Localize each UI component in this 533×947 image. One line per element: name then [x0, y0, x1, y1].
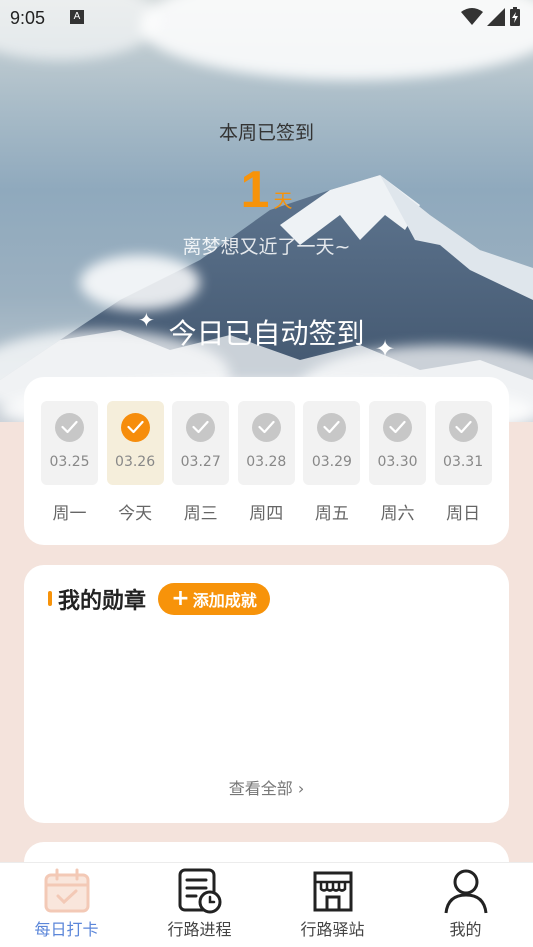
day-cell[interactable]: 03.27: [172, 401, 230, 485]
day-date: 03.25: [49, 454, 90, 470]
check-circle-icon: [55, 413, 84, 442]
status-time: 9:05: [10, 8, 46, 28]
auto-sign-text: 今日已自动签到: [168, 317, 365, 350]
week-signed-title: 本周已签到: [218, 122, 314, 144]
chevron-right-icon: ›: [297, 779, 305, 798]
day-label: 周一: [52, 504, 87, 524]
check-circle-icon: [317, 413, 347, 442]
bottom-tab-bar: 每日打卡 行路进程 行路驿站 我的: [0, 862, 533, 947]
document-clock-icon: [178, 868, 222, 914]
view-all-label: 查看全部: [228, 779, 293, 798]
title-accent-bar: [48, 591, 52, 606]
tab-route-station[interactable]: 行路驿站: [266, 863, 399, 947]
sparkle-icon: ✦: [138, 308, 155, 332]
tab-daily-checkin[interactable]: 每日打卡: [0, 863, 133, 947]
signed-days-count: 1天: [0, 160, 533, 220]
day-cell[interactable]: 03.25: [41, 401, 98, 485]
days-number: 1: [240, 161, 270, 219]
day-date: 03.27: [180, 454, 221, 470]
day-label: 周日: [446, 504, 481, 524]
day-cell[interactable]: 03.30: [369, 401, 426, 485]
day-label: 周六: [380, 504, 415, 524]
day-date: 03.28: [246, 454, 287, 470]
check-circle-icon: [251, 413, 281, 442]
badges-title: 我的勋章: [58, 589, 147, 614]
wifi-icon: [461, 8, 483, 25]
person-icon: [444, 869, 488, 914]
day-date: 03.31: [443, 454, 484, 470]
check-circle-icon: [383, 413, 412, 442]
add-achievement-label: 添加成就: [192, 591, 257, 610]
tab-label: 我的: [449, 920, 482, 939]
tab-label: 行路驿站: [300, 920, 365, 939]
signal-icon: [487, 8, 505, 26]
check-circle-icon: [448, 413, 478, 442]
add-achievement-button[interactable]: + 添加成就: [158, 583, 270, 615]
day-label: 周五: [314, 504, 349, 524]
day-label: 周四: [249, 504, 284, 524]
day-cell[interactable]: 03.31: [434, 401, 492, 485]
day-date: 03.30: [377, 454, 418, 470]
week-checkin-card: 03.25 周一 03.26 今天 03.27 周三 03.28 周四 03.29 周五 03.30…: [24, 377, 509, 545]
calendar-check-icon: [44, 868, 90, 913]
badges-card: 我的勋章 + 添加成就 查看全部 ›: [24, 565, 509, 823]
tab-label: 每日打卡: [34, 920, 99, 939]
day-cell[interactable]: 03.29: [303, 401, 361, 485]
tab-profile[interactable]: 我的: [399, 863, 532, 947]
day-label: 今天: [118, 504, 153, 524]
view-all-link[interactable]: 查看全部 ›: [24, 775, 509, 799]
day-date: 03.29: [311, 454, 352, 470]
check-circle-icon: [186, 413, 216, 442]
motivation-text: 离梦想又近了一天~: [182, 236, 351, 258]
tab-label: 行路进程: [167, 920, 232, 939]
day-label: 周三: [183, 504, 218, 524]
day-cell[interactable]: 03.28: [237, 401, 295, 485]
day-cell[interactable]: 03.26: [106, 401, 164, 485]
check-circle-icon: [120, 413, 150, 442]
notification-icon: A: [70, 10, 84, 24]
status-bar: 9:05 A: [0, 0, 533, 36]
tab-route-progress[interactable]: 行路进程: [133, 863, 266, 947]
battery-icon: [510, 7, 520, 26]
plus-icon: +: [171, 586, 190, 611]
sparkle-icon: ✦: [375, 335, 396, 363]
system-icons: [461, 7, 521, 27]
day-date: 03.26: [115, 454, 156, 470]
store-icon: [313, 871, 353, 912]
days-unit: 天: [273, 190, 293, 212]
